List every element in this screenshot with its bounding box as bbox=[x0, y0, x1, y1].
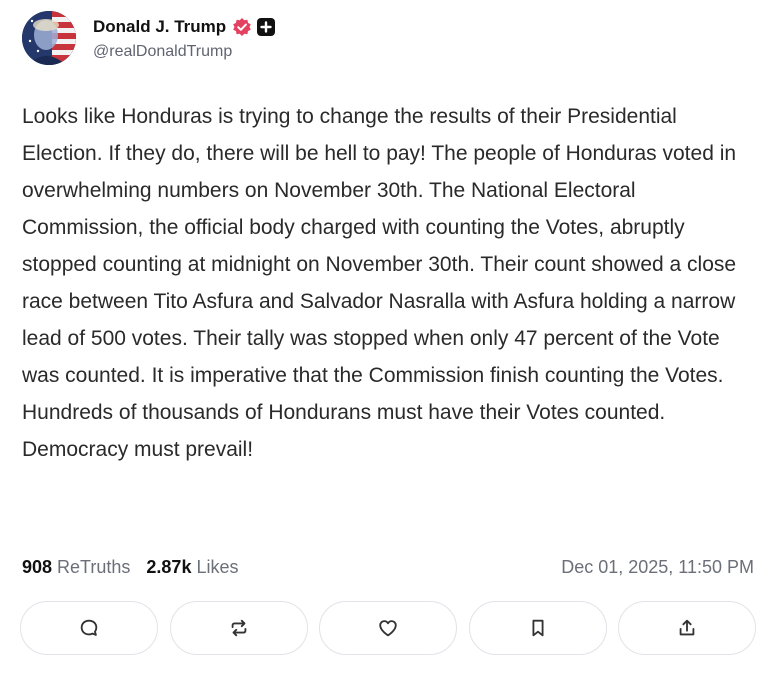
reply-icon bbox=[80, 619, 98, 636]
name-row: Donald J. Trump bbox=[93, 15, 276, 39]
likes-count: 2.87k bbox=[146, 556, 192, 577]
post-body: Looks like Honduras is trying to change … bbox=[22, 105, 737, 461]
reply-button[interactable] bbox=[20, 601, 158, 655]
bookmark-icon bbox=[532, 619, 543, 637]
handle[interactable]: @realDonaldTrump bbox=[93, 43, 275, 61]
avatar-image bbox=[22, 11, 76, 65]
retruths-count: 908 bbox=[22, 556, 53, 577]
likes-label: Likes bbox=[196, 556, 239, 577]
share-icon bbox=[679, 619, 695, 636]
bookmark-button[interactable] bbox=[468, 601, 607, 655]
share-button[interactable] bbox=[618, 601, 756, 655]
retruths-stat[interactable]: 908 ReTruths bbox=[22, 557, 130, 578]
likes-stat[interactable]: 2.87k Likes bbox=[146, 557, 238, 578]
like-icon bbox=[379, 620, 397, 637]
retruth-icon bbox=[231, 619, 246, 637]
like-button[interactable] bbox=[319, 601, 457, 655]
post-stats: 908 ReTruths 2.87k Likes Dec 01, 2025, 11:… bbox=[22, 553, 754, 581]
action-bar bbox=[20, 601, 756, 657]
verified-badge-icon bbox=[233, 18, 251, 36]
plus-badge-icon bbox=[257, 18, 276, 36]
author-names: Donald J. Trump @realDonaldTrump bbox=[93, 15, 276, 61]
avatar[interactable] bbox=[22, 11, 76, 65]
display-name[interactable]: Donald J. Trump bbox=[93, 17, 226, 37]
retruths-label: ReTruths bbox=[57, 556, 131, 577]
post-header: Donald J. Trump @realDonaldTrump bbox=[22, 10, 276, 66]
retruth-button[interactable] bbox=[169, 601, 308, 655]
post-timestamp[interactable]: Dec 01, 2025, 11:50 PM bbox=[561, 557, 754, 578]
